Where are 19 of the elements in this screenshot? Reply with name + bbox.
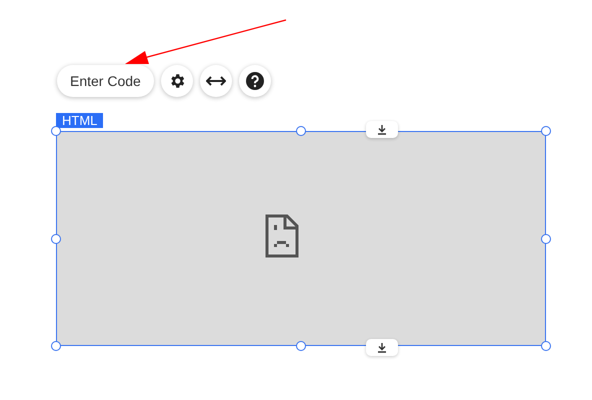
resize-handle[interactable]	[541, 126, 551, 136]
resize-handle[interactable]	[51, 126, 61, 136]
stretch-button[interactable]	[200, 65, 232, 97]
download-button[interactable]	[366, 339, 398, 356]
resize-handle[interactable]	[296, 126, 306, 136]
download-icon	[377, 342, 387, 352]
enter-code-button[interactable]: Enter Code	[57, 65, 154, 97]
broken-document-icon	[265, 214, 299, 258]
help-button[interactable]	[238, 65, 271, 97]
help-icon	[246, 72, 264, 90]
resize-handle[interactable]	[541, 341, 551, 351]
resize-handle[interactable]	[296, 341, 306, 351]
element-type-label: HTML	[56, 113, 104, 128]
download-icon	[377, 124, 387, 134]
resize-handle[interactable]	[51, 341, 61, 351]
double-arrow-icon	[206, 75, 226, 87]
settings-button[interactable]	[160, 65, 193, 97]
download-button[interactable]	[366, 121, 398, 138]
resize-handle[interactable]	[51, 234, 61, 244]
